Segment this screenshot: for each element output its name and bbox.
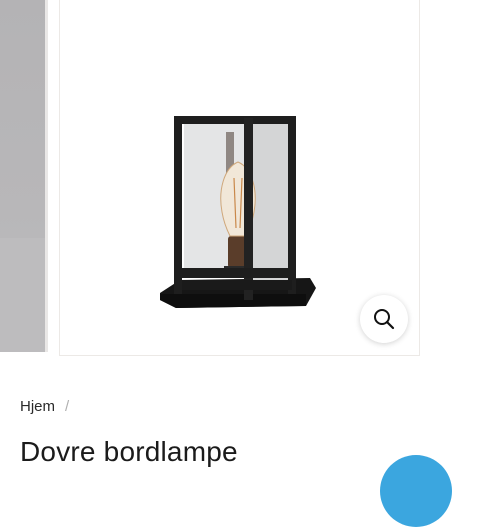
previous-slide-image[interactable] — [0, 0, 48, 352]
zoom-button[interactable] — [360, 295, 408, 343]
lamp-image — [160, 116, 316, 308]
magnifier-icon — [374, 309, 395, 330]
breadcrumb-separator: / — [65, 398, 70, 415]
next-slide-image[interactable] — [430, 0, 480, 352]
breadcrumb: Hjem / — [20, 398, 69, 415]
product-image-slide[interactable] — [59, 0, 420, 356]
chat-button[interactable] — [380, 455, 452, 527]
breadcrumb-home-link[interactable]: Hjem — [20, 398, 55, 415]
product-title: Dovre bordlampe — [20, 436, 238, 467]
